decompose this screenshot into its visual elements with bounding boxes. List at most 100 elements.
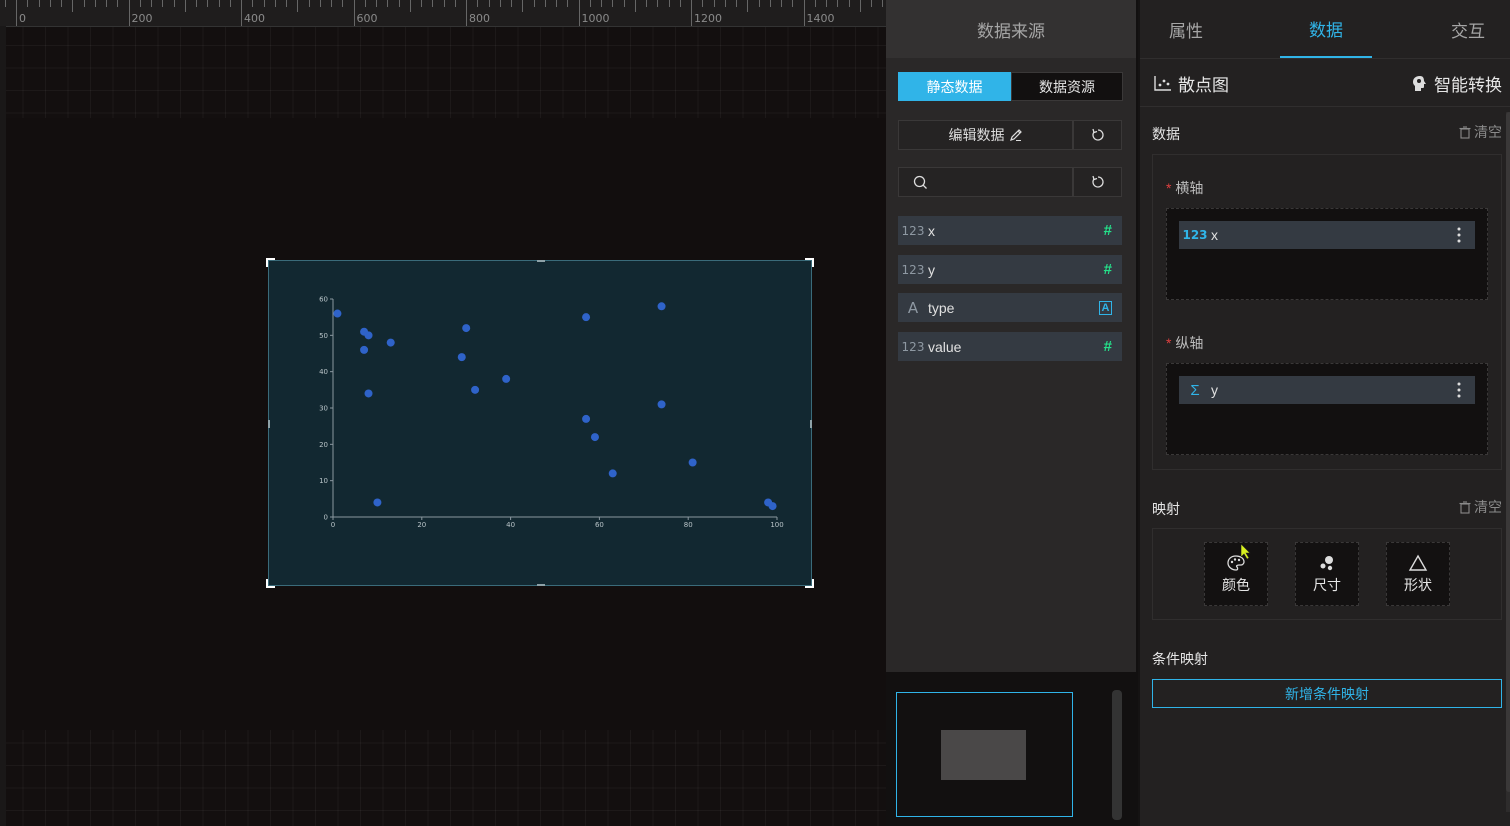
horizontal-ruler: 0 200 400 600 800 1000 1200 1400: [0, 0, 886, 27]
ruler-tick: [308, 0, 310, 7]
ruler-tick: [353, 0, 355, 26]
resize-handle-bottom[interactable]: [537, 584, 545, 586]
ruler-tick: [533, 0, 535, 7]
ruler-tick: [27, 0, 29, 7]
ruler-tick: [499, 0, 501, 7]
clear-label: 清空: [1474, 499, 1502, 515]
field-item-type[interactable]: A type A: [898, 293, 1122, 322]
trash-icon: [1459, 125, 1471, 139]
ruler-tick: [871, 0, 872, 7]
ruler-tick: [567, 0, 569, 7]
ruler-tick: [589, 0, 591, 7]
x-axis-field-pill[interactable]: 123 x: [1179, 221, 1475, 249]
ruler-tick: [61, 0, 62, 7]
search-icon: [913, 175, 928, 190]
canvas-area[interactable]: 0 200 400 600 800 1000 1200 1400 0 10 20 30 40 50 60 0…: [0, 0, 886, 826]
scrollbar-thumb[interactable]: [1506, 112, 1510, 792]
scatter-point: [386, 338, 395, 347]
ruler-tick: [848, 0, 850, 7]
ruler-label: 200: [131, 12, 153, 25]
refresh-data-button[interactable]: [1073, 120, 1122, 150]
ruler-tick: [94, 0, 96, 7]
size-mapping-button[interactable]: 尺寸: [1295, 542, 1359, 606]
ruler-tick: [623, 0, 625, 7]
chart-type-indicator: 散点图: [1154, 70, 1229, 96]
smart-convert-label: 智能转换: [1434, 75, 1502, 95]
minimap-viewport[interactable]: [896, 692, 1073, 817]
ruler-tick: [657, 0, 659, 7]
ruler-tick: [837, 0, 839, 7]
y-axis-field-pill[interactable]: Σ y: [1179, 376, 1475, 404]
ruler-tick: [803, 0, 805, 26]
more-vertical-icon[interactable]: [1457, 226, 1461, 244]
field-search-input[interactable]: [934, 173, 1068, 191]
tab-data[interactable]: 数据: [1280, 0, 1372, 58]
clear-data-button[interactable]: 清空: [1459, 122, 1502, 142]
ruler-tick: [398, 0, 400, 7]
ruler-tick: [859, 0, 861, 12]
scatter-point: [608, 469, 617, 478]
tab-properties[interactable]: 属性: [1140, 0, 1232, 58]
y-tick-label: 10: [319, 477, 328, 485]
resize-handle-right[interactable]: [810, 420, 812, 428]
shape-mapping-button[interactable]: 形状: [1386, 542, 1450, 606]
field-item-value[interactable]: 123 value #: [898, 332, 1122, 361]
ruler-tick: [679, 0, 681, 7]
x-tick-label: 40: [506, 521, 515, 529]
smart-convert-button[interactable]: 智能转换: [1412, 70, 1502, 96]
more-vertical-icon[interactable]: [1457, 381, 1461, 399]
data-section-title: 数据: [1152, 126, 1180, 142]
color-mapping-button[interactable]: 颜色: [1204, 542, 1268, 606]
ruler-tick: [38, 0, 40, 7]
panel-scrollbar[interactable]: [1506, 112, 1510, 812]
y-tick-label: 40: [319, 368, 328, 376]
field-item-x[interactable]: 123 x #: [898, 216, 1122, 245]
resize-handle-top[interactable]: [537, 260, 545, 262]
ruler-tick: [713, 0, 715, 7]
field-name: x: [928, 222, 935, 239]
edit-data-label: 编辑数据: [948, 127, 1005, 143]
clear-mapping-button[interactable]: 清空: [1459, 497, 1502, 517]
section-divider: [1140, 106, 1510, 107]
scatter-point: [364, 389, 373, 398]
resize-handle-top-right[interactable]: [805, 258, 814, 267]
field-search-box[interactable]: [898, 167, 1073, 197]
ruler-tick: [196, 0, 197, 7]
ruler-tick: [218, 0, 220, 7]
ruler-tick: [376, 0, 377, 7]
tab-static-data[interactable]: 静态数据: [898, 72, 1011, 101]
ruler-tick: [49, 0, 51, 7]
y-axis-dropzone[interactable]: Σ y: [1166, 363, 1488, 455]
ruler-tick: [556, 0, 557, 7]
minimap-scrollbar[interactable]: [1112, 690, 1122, 820]
size-mapping-label: 尺寸: [1313, 576, 1341, 593]
resize-handle-bottom-left[interactable]: [266, 579, 275, 588]
shape-mapping-label: 形状: [1404, 576, 1432, 593]
hash-icon: #: [1103, 338, 1112, 355]
scatter-point: [688, 458, 697, 467]
resize-handle-left[interactable]: [268, 420, 270, 428]
resize-handle-bottom-right[interactable]: [805, 579, 814, 588]
y-tick-label: 30: [319, 405, 328, 413]
scatter-chart-component[interactable]: 0 10 20 30 40 50 60 0 20 40 60 80 100: [266, 258, 814, 588]
ruler-tick: [544, 0, 546, 7]
tab-data-resource[interactable]: 数据资源: [1011, 72, 1123, 101]
ruler-tick: [691, 0, 692, 26]
x-tick-label: 20: [417, 521, 426, 529]
ruler-tick: [612, 0, 614, 7]
tab-interaction[interactable]: 交互: [1422, 0, 1510, 58]
scatter-point: [462, 324, 471, 333]
refresh-icon: [1091, 175, 1105, 189]
resize-handle-top-left[interactable]: [266, 258, 275, 267]
ruler-label: 800: [469, 12, 490, 25]
x-tick-label: 80: [684, 521, 693, 529]
data-source-panel: 数据来源 静态数据 数据资源 编辑数据 123 x # 123 y # A ty…: [886, 0, 1136, 826]
field-item-y[interactable]: 123 y #: [898, 255, 1122, 284]
add-condition-mapping-button[interactable]: 新增条件映射: [1152, 679, 1502, 708]
x-axis-dropzone[interactable]: 123 x: [1166, 208, 1488, 300]
edit-data-button[interactable]: 编辑数据: [898, 120, 1073, 150]
ruler-tick: [702, 0, 704, 7]
ruler-tick: [319, 0, 321, 7]
field-name: value: [928, 338, 962, 355]
refresh-fields-button[interactable]: [1073, 167, 1122, 197]
